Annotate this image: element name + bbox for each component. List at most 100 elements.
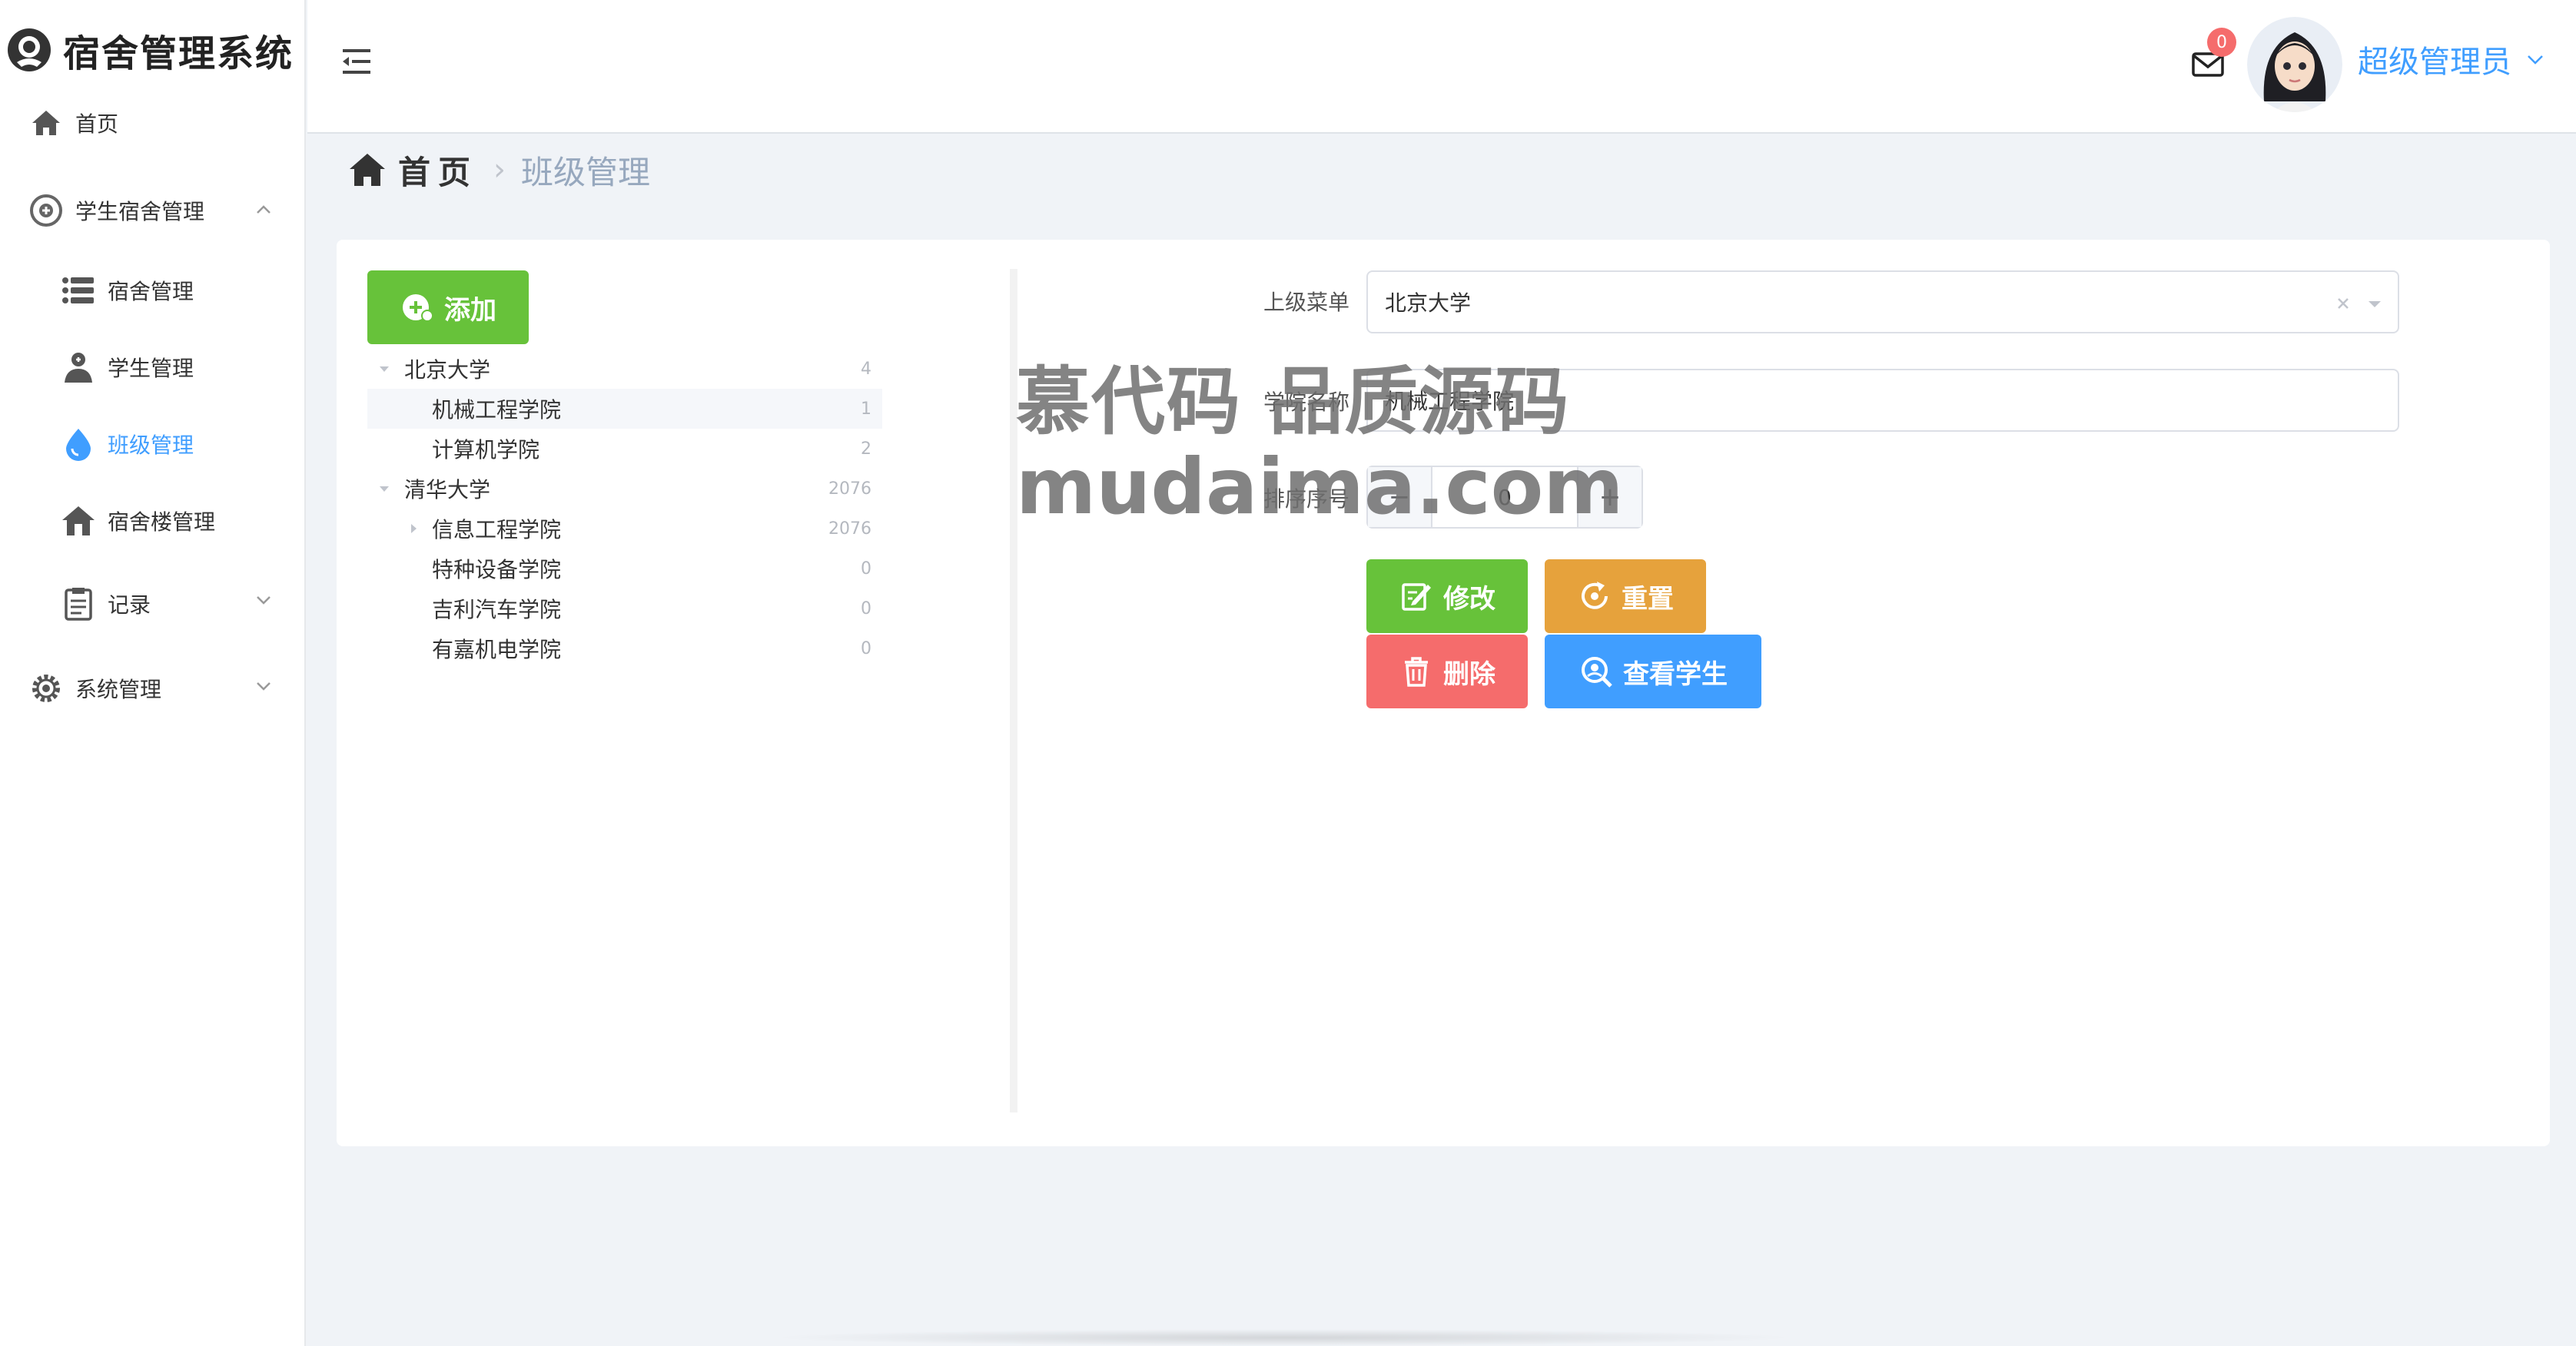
trash-icon	[1405, 657, 1428, 687]
add-button-label: 添加	[444, 294, 496, 326]
add-button[interactable]: 添加	[367, 270, 529, 344]
sort-order-label: 排序序号	[1263, 486, 1349, 512]
tree-node-count: 0	[861, 638, 871, 658]
college-name-input[interactable]: 机械工程学院	[1366, 369, 2399, 432]
add-circle-icon	[403, 294, 433, 322]
top-header: 0 超级管理员	[307, 0, 2576, 134]
tree-node-count: 2	[861, 439, 871, 459]
sidebar-item-label: 记录	[108, 592, 151, 618]
tree-node[interactable]: 清华大学 2076	[367, 469, 882, 509]
chevron-up-icon[interactable]	[254, 200, 274, 220]
tree-node-label: 北京大学	[404, 357, 491, 383]
sidebar-item-label: 系统管理	[75, 677, 162, 702]
menu-collapse-icon[interactable]	[340, 46, 373, 77]
delete-button[interactable]: 删除	[1366, 635, 1528, 708]
sidebar: 宿舍管理系统 首页 学生宿舍管理 宿舍管理 学生管理 班级管理 宿舍楼管理 记录…	[0, 0, 306, 1346]
clipboard-icon	[65, 588, 92, 621]
chevron-down-icon	[2528, 55, 2543, 65]
parent-menu-select[interactable]: 北京大学	[1366, 270, 2399, 333]
sidebar-item-system[interactable]: 系统管理	[28, 670, 161, 707]
clear-icon[interactable]	[2335, 295, 2352, 312]
sidebar-item-label: 学生宿舍管理	[75, 199, 205, 224]
bottom-shadow	[768, 1329, 1798, 1346]
edit-button[interactable]: 修改	[1366, 559, 1528, 633]
user-menu[interactable]: 超级管理员	[2358, 37, 2547, 81]
sort-order-value[interactable]: 0	[1431, 467, 1578, 527]
breadcrumb: 首页 › 班级管理	[347, 146, 650, 194]
sidebar-item-home[interactable]: 首页	[28, 104, 118, 141]
tree-node[interactable]: 计算机学院 2	[367, 429, 882, 469]
logo-icon	[8, 28, 51, 71]
tree-node-label: 有嘉机电学院	[432, 637, 562, 662]
sidebar-item-label: 学生管理	[108, 356, 194, 381]
tree-node[interactable]: 吉利汽车学院 0	[367, 588, 882, 628]
sidebar-item-buildings[interactable]: 宿舍楼管理	[60, 502, 215, 539]
edit-button-label: 修改	[1443, 583, 1495, 615]
sidebar-item-label: 班级管理	[108, 433, 194, 458]
tree-node[interactable]: 北京大学 4	[367, 349, 882, 389]
sidebar-item-label: 宿舍管理	[108, 279, 194, 304]
tree-node[interactable]: 机械工程学院 1	[367, 389, 882, 429]
app-title: 宿舍管理系统	[63, 32, 294, 75]
tree-node-label: 计算机学院	[432, 437, 540, 462]
increment-button[interactable]: +	[1578, 467, 1642, 527]
sidebar-item-label: 宿舍楼管理	[108, 509, 216, 535]
water-drop-icon	[66, 429, 91, 461]
tree-node-label: 吉利汽车学院	[432, 597, 562, 622]
content-card: 添加 北京大学 4 机械工程学院 1 计算机学院 2 清华大学 2076 信息工…	[337, 240, 2550, 1146]
refresh-icon	[1582, 582, 1608, 609]
college-name-value: 机械工程学院	[1385, 389, 1515, 414]
tree-node-count: 2076	[828, 479, 871, 499]
decrement-button[interactable]: −	[1368, 467, 1431, 527]
tree-node-label: 信息工程学院	[432, 517, 562, 542]
plus-circle-icon	[30, 194, 62, 227]
caret-down-icon[interactable]	[377, 361, 392, 376]
app-logo: 宿舍管理系统	[6, 23, 294, 77]
tree-node[interactable]: 有嘉机电学院 0	[367, 628, 882, 668]
sidebar-item-dorms[interactable]: 宿舍管理	[60, 272, 194, 309]
sidebar-item-records[interactable]: 记录	[60, 585, 151, 622]
tree-node-count: 0	[861, 559, 871, 579]
user-icon	[65, 353, 92, 383]
sidebar-item-classes[interactable]: 班级管理	[60, 426, 194, 462]
breadcrumb-home[interactable]: 首页	[398, 147, 478, 194]
sidebar-item-label: 首页	[75, 111, 119, 137]
college-tree: 北京大学 4 机械工程学院 1 计算机学院 2 清华大学 2076 信息工程学院…	[367, 349, 882, 668]
username-label: 超级管理员	[2358, 45, 2511, 80]
chevron-down-icon[interactable]	[254, 590, 274, 610]
mail-badge: 0	[2207, 28, 2236, 57]
tree-node[interactable]: 信息工程学院 2076	[367, 509, 882, 549]
parent-menu-label: 上级菜单	[1263, 290, 1349, 315]
college-name-label: 学院名称	[1263, 390, 1349, 415]
gear-icon	[32, 675, 60, 702]
tree-node[interactable]: 特种设备学院 0	[367, 549, 882, 588]
view-students-button[interactable]: 查看学生	[1545, 635, 1761, 708]
search-icon	[1582, 657, 1612, 688]
delete-button-label: 删除	[1443, 658, 1495, 690]
caret-down-icon[interactable]	[2365, 295, 2384, 312]
edit-icon	[1402, 583, 1431, 611]
house-icon	[62, 506, 95, 535]
caret-right-icon[interactable]	[406, 521, 421, 536]
tree-node-label: 机械工程学院	[432, 397, 562, 423]
chevron-down-icon[interactable]	[254, 676, 274, 696]
tree-node-count: 0	[861, 598, 871, 618]
view-students-button-label: 查看学生	[1623, 658, 1728, 690]
caret-down-icon[interactable]	[377, 481, 392, 496]
reset-button[interactable]: 重置	[1545, 559, 1706, 633]
panel-splitter[interactable]	[1010, 269, 1017, 1112]
tree-node-label: 特种设备学院	[432, 557, 562, 582]
list-icon	[62, 277, 94, 303]
breadcrumb-current: 班级管理	[521, 153, 651, 191]
home-icon	[32, 111, 60, 135]
sort-order-stepper: − 0 +	[1366, 466, 1643, 529]
avatar[interactable]	[2247, 17, 2342, 112]
parent-menu-value: 北京大学	[1385, 290, 1472, 316]
tree-node-count: 1	[861, 399, 871, 419]
sidebar-item-dorm-group[interactable]: 学生宿舍管理	[28, 192, 204, 229]
breadcrumb-separator: ›	[493, 152, 506, 187]
avatar-image	[2247, 17, 2342, 112]
reset-button-label: 重置	[1622, 583, 1674, 615]
sidebar-item-students[interactable]: 学生管理	[60, 349, 194, 386]
home-icon	[350, 154, 385, 186]
